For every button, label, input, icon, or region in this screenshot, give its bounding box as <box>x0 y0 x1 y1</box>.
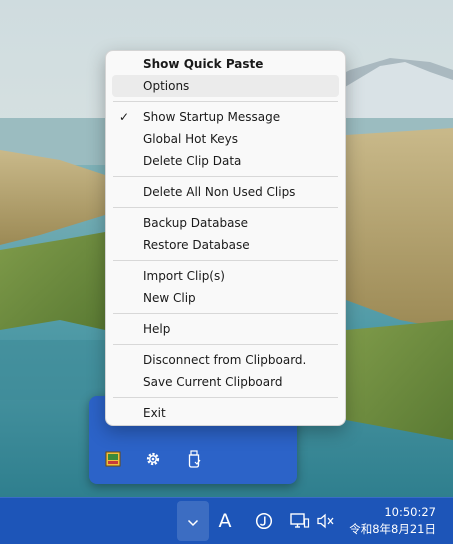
clock-date: 令和8年8月21日 <box>349 522 436 536</box>
menu-item-disconnect-from-clipboard[interactable]: Disconnect from Clipboard. <box>112 349 339 371</box>
menu-item-label: Backup Database <box>143 216 249 230</box>
menu-item-show-startup-message[interactable]: ✓ Show Startup Message <box>112 106 339 128</box>
menu-separator <box>113 260 338 261</box>
menu-item-save-current-clipboard[interactable]: Save Current Clipboard <box>112 371 339 393</box>
menu-separator <box>113 313 338 314</box>
show-hidden-icons-button[interactable] <box>177 501 209 541</box>
menu-item-label: Delete All Non Used Clips <box>143 185 296 199</box>
menu-item-show-quick-paste[interactable]: Show Quick Paste <box>112 53 339 75</box>
taskbar-clock[interactable]: 10:50:27 令和8年8月21日 <box>349 504 436 538</box>
menu-item-label: Show Startup Message <box>143 110 281 124</box>
menu-item-new-clip[interactable]: New Clip <box>112 287 339 309</box>
menu-item-options[interactable]: Options <box>112 75 339 97</box>
menu-item-label: Save Current Clipboard <box>143 375 283 389</box>
menu-item-label: Import Clip(s) <box>143 269 225 283</box>
menu-item-delete-all-non-used-clips[interactable]: Delete All Non Used Clips <box>112 181 339 203</box>
menu-item-delete-clip-data[interactable]: Delete Clip Data <box>112 150 339 172</box>
network-icon[interactable] <box>287 507 313 535</box>
menu-separator <box>113 101 338 102</box>
menu-separator <box>113 176 338 177</box>
menu-item-label: New Clip <box>143 291 196 305</box>
ime-circle-icon[interactable] <box>251 507 277 535</box>
menu-item-backup-database[interactable]: Backup Database <box>112 212 339 234</box>
ditto-context-menu: Show Quick Paste Options ✓ Show Startup Mes… <box>105 50 346 426</box>
menu-item-label: Exit <box>143 406 166 420</box>
checkmark-icon: ✓ <box>119 110 130 124</box>
menu-item-label: Global Hot Keys <box>143 132 238 146</box>
menu-item-label: Restore Database <box>143 238 250 252</box>
menu-item-help[interactable]: Help <box>112 318 339 340</box>
usb-drive-icon[interactable] <box>183 448 205 470</box>
menu-separator <box>113 397 338 398</box>
clock-time: 10:50:27 <box>384 505 436 519</box>
menu-separator <box>113 344 338 345</box>
taskbar: A 10:50:27 令和8年8月21日 <box>0 497 453 544</box>
ime-mode-label: A <box>218 509 232 532</box>
menu-separator <box>113 207 338 208</box>
ime-mode-indicator[interactable]: A <box>212 507 238 535</box>
menu-item-label: Options <box>143 79 190 93</box>
menu-item-restore-database[interactable]: Restore Database <box>112 234 339 256</box>
menu-item-label: Show Quick Paste <box>143 57 264 71</box>
menu-item-import-clip-s[interactable]: Import Clip(s) <box>112 265 339 287</box>
menu-item-label: Help <box>143 322 171 336</box>
gear-icon[interactable] <box>142 448 164 470</box>
menu-item-label: Disconnect from Clipboard. <box>143 353 307 367</box>
ditto-app-icon[interactable] <box>102 448 124 470</box>
menu-item-label: Delete Clip Data <box>143 154 242 168</box>
volume-muted-icon[interactable] <box>313 507 339 535</box>
chevron-down-icon <box>187 512 199 531</box>
menu-item-global-hot-keys[interactable]: Global Hot Keys <box>112 128 339 150</box>
menu-item-exit[interactable]: Exit <box>112 402 339 424</box>
